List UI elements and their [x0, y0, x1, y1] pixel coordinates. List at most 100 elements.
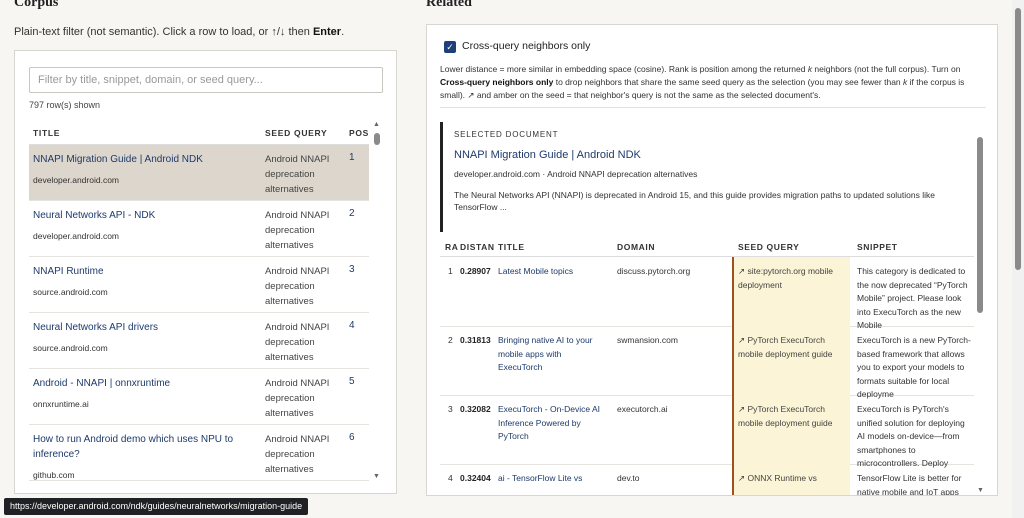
corpus-scrollbar[interactable]: ▲ ▼: [372, 121, 384, 483]
row-count: 797 row(s) shown: [29, 100, 101, 110]
cross-query-checkbox[interactable]: ✓: [444, 41, 456, 53]
row-seed-query: Android NNAPI deprecation alternatives: [265, 322, 330, 363]
row-title[interactable]: Bringing native AI to your mobile apps w…: [498, 334, 608, 375]
corpus-panel: 797 row(s) shown TITLE SEED QUERY POS NN…: [14, 50, 397, 494]
row-seed-query: ↗ ONNX Runtime vs: [738, 473, 817, 483]
corpus-row[interactable]: NNAPI Migration Guide | Android NDK devel…: [29, 145, 369, 201]
desc-part-2: neighbors (not the full corpus). Turn on: [812, 64, 961, 74]
row-snippet: TensorFlow Lite is better for native mob…: [857, 473, 962, 495]
corpus-scroll-thumb[interactable]: [374, 133, 380, 145]
row-domain: github.com: [33, 470, 75, 480]
row-rank: 4: [448, 473, 453, 483]
scroll-down-icon[interactable]: ▼: [977, 487, 984, 494]
corpus-row[interactable]: NNAPI Runtime source.android.com Android N…: [29, 257, 369, 313]
row-title[interactable]: ExecuTorch - On-Device AI Inference Powe…: [498, 403, 608, 444]
related-row[interactable]: 1 0.28907 Latest Mobile topics discuss.pyto…: [440, 257, 974, 330]
corpus-hint-key: Enter: [312, 26, 342, 38]
column-header-title[interactable]: TITLE: [498, 242, 525, 252]
row-seed-query: ↗ PyTorch ExecuTorch mobile deployment g…: [738, 335, 833, 359]
scroll-down-icon[interactable]: ▼: [373, 473, 380, 480]
row-seed-query: Android NNAPI deprecation alternatives: [265, 154, 330, 195]
row-title[interactable]: Neural Networks API - NDK: [33, 208, 253, 223]
row-title[interactable]: Neural Networks API drivers: [33, 320, 253, 335]
row-title[interactable]: How to run Android demo which uses NPU t…: [33, 432, 253, 462]
related-row[interactable]: 2 0.31813 Bringing native AI to your mobil…: [440, 326, 974, 399]
row-position: 4: [349, 320, 355, 331]
corpus-heading: Corpus: [14, 0, 59, 10]
checkmark-icon: ✓: [446, 42, 454, 52]
selected-document-card: SELECTED DOCUMENT NNAPI Migration Guide …: [440, 122, 974, 232]
corpus-table: TITLE SEED QUERY POS NNAPI Migration Gui…: [29, 121, 369, 489]
status-bar-url: https://developer.android.com/ndk/guides…: [4, 498, 309, 515]
page-scroll-thumb[interactable]: [1015, 8, 1021, 270]
row-seed-query: Android NNAPI deprecation alternatives: [265, 210, 330, 251]
row-domain: source.android.com: [33, 287, 108, 297]
row-title[interactable]: NNAPI Runtime: [33, 264, 253, 279]
corpus-hint-text: Plain-text filter (not semantic). Click …: [14, 26, 313, 38]
scroll-up-icon[interactable]: ▲: [373, 121, 380, 128]
row-position: 2: [349, 208, 355, 219]
related-row[interactable]: 4 0.32404 ai - TensorFlow Lite vs dev.to ↗ O…: [440, 464, 974, 495]
corpus-row[interactable]: Neural Networks API drivers source.androi…: [29, 313, 369, 369]
corpus-row[interactable]: Android - NNAPI | onnxruntime onnxruntime…: [29, 369, 369, 425]
page-scrollbar[interactable]: [1012, 0, 1024, 518]
row-rank: 1: [448, 266, 453, 276]
column-header-snippet[interactable]: SNIPPET: [857, 242, 898, 252]
filter-input[interactable]: [29, 67, 383, 93]
row-domain: swmansion.com: [617, 335, 678, 345]
row-distance: 0.28907: [460, 266, 491, 276]
row-rank: 2: [448, 335, 453, 345]
related-scrollbar[interactable]: ▼: [974, 129, 986, 495]
row-snippet: ExecuTorch is PyTorch's unified solution…: [857, 404, 965, 468]
column-header-seed-query[interactable]: SEED QUERY: [265, 128, 327, 138]
related-description: Lower distance = more similar in embeddi…: [440, 63, 986, 102]
row-seed-query: Android NNAPI deprecation alternatives: [265, 378, 330, 419]
row-domain: discuss.pytorch.org: [617, 266, 691, 276]
column-header-rank[interactable]: RANK: [445, 242, 458, 252]
row-seed-query: ↗ site:pytorch.org mobile deployment: [738, 266, 833, 290]
row-seed-query: Android NNAPI deprecation alternatives: [265, 266, 330, 307]
desc-bold: Cross-query neighbors only: [440, 77, 554, 87]
corpus-row[interactable]: How to run Android demo which uses NPU t…: [29, 425, 369, 481]
row-title[interactable]: Latest Mobile topics: [498, 265, 608, 279]
desc-part-3: to drop neighbors that share the same se…: [553, 77, 904, 87]
row-domain: source.android.com: [33, 343, 108, 353]
column-header-distance[interactable]: DISTANCE: [460, 242, 494, 252]
row-position: 5: [349, 376, 355, 387]
corpus-table-header: TITLE SEED QUERY POS: [29, 121, 369, 145]
cross-query-label[interactable]: Cross-query neighbors only: [462, 40, 590, 52]
row-domain: dev.to: [617, 473, 640, 483]
row-distance: 0.32082: [460, 404, 491, 414]
column-header-title[interactable]: TITLE: [33, 128, 60, 138]
column-header-seed-query[interactable]: SEED QUERY: [738, 242, 799, 252]
row-title[interactable]: Android - NNAPI | onnxruntime: [33, 376, 253, 391]
row-position: 1: [349, 152, 355, 163]
column-header-domain[interactable]: DOMAIN: [617, 242, 655, 252]
selected-document-label: SELECTED DOCUMENT: [454, 130, 559, 139]
related-scroll-thumb[interactable]: [977, 137, 983, 313]
related-table: RANK DISTANCE TITLE DOMAIN SEED QUERY SN…: [440, 233, 974, 495]
related-heading: Related: [426, 0, 472, 10]
row-title[interactable]: ai - TensorFlow Lite vs: [498, 472, 608, 486]
related-panel: ✓ Cross-query neighbors only Lower dista…: [426, 24, 998, 496]
row-snippet: This category is dedicated to the now de…: [857, 266, 968, 330]
row-position: 3: [349, 264, 355, 275]
row-seed-query: Android NNAPI deprecation alternatives: [265, 434, 330, 475]
related-table-header: RANK DISTANCE TITLE DOMAIN SEED QUERY SN…: [440, 233, 974, 257]
column-header-pos[interactable]: POS: [349, 128, 369, 138]
selected-document-subtitle: developer.android.com · Android NNAPI de…: [454, 169, 698, 179]
row-distance: 0.32404: [460, 473, 491, 483]
divider: [440, 107, 986, 108]
row-distance: 0.31813: [460, 335, 491, 345]
row-title[interactable]: NNAPI Migration Guide | Android NDK: [33, 152, 253, 167]
selected-document-title[interactable]: NNAPI Migration Guide | Android NDK: [454, 149, 641, 161]
related-row[interactable]: 3 0.32082 ExecuTorch - On-Device AI Infere…: [440, 395, 974, 468]
desc-part-1: Lower distance = more similar in embeddi…: [440, 64, 808, 74]
row-position: 6: [349, 432, 355, 443]
row-domain: developer.android.com: [33, 175, 120, 185]
corpus-row[interactable]: Neural Networks API - NDK developer.andro…: [29, 201, 369, 257]
row-snippet: ExecuTorch is a new PyTorch-based framew…: [857, 335, 971, 399]
corpus-hint-suffix: .: [341, 26, 345, 38]
corpus-hint: Plain-text filter (not semantic). Click …: [14, 26, 344, 38]
row-rank: 3: [448, 404, 453, 414]
